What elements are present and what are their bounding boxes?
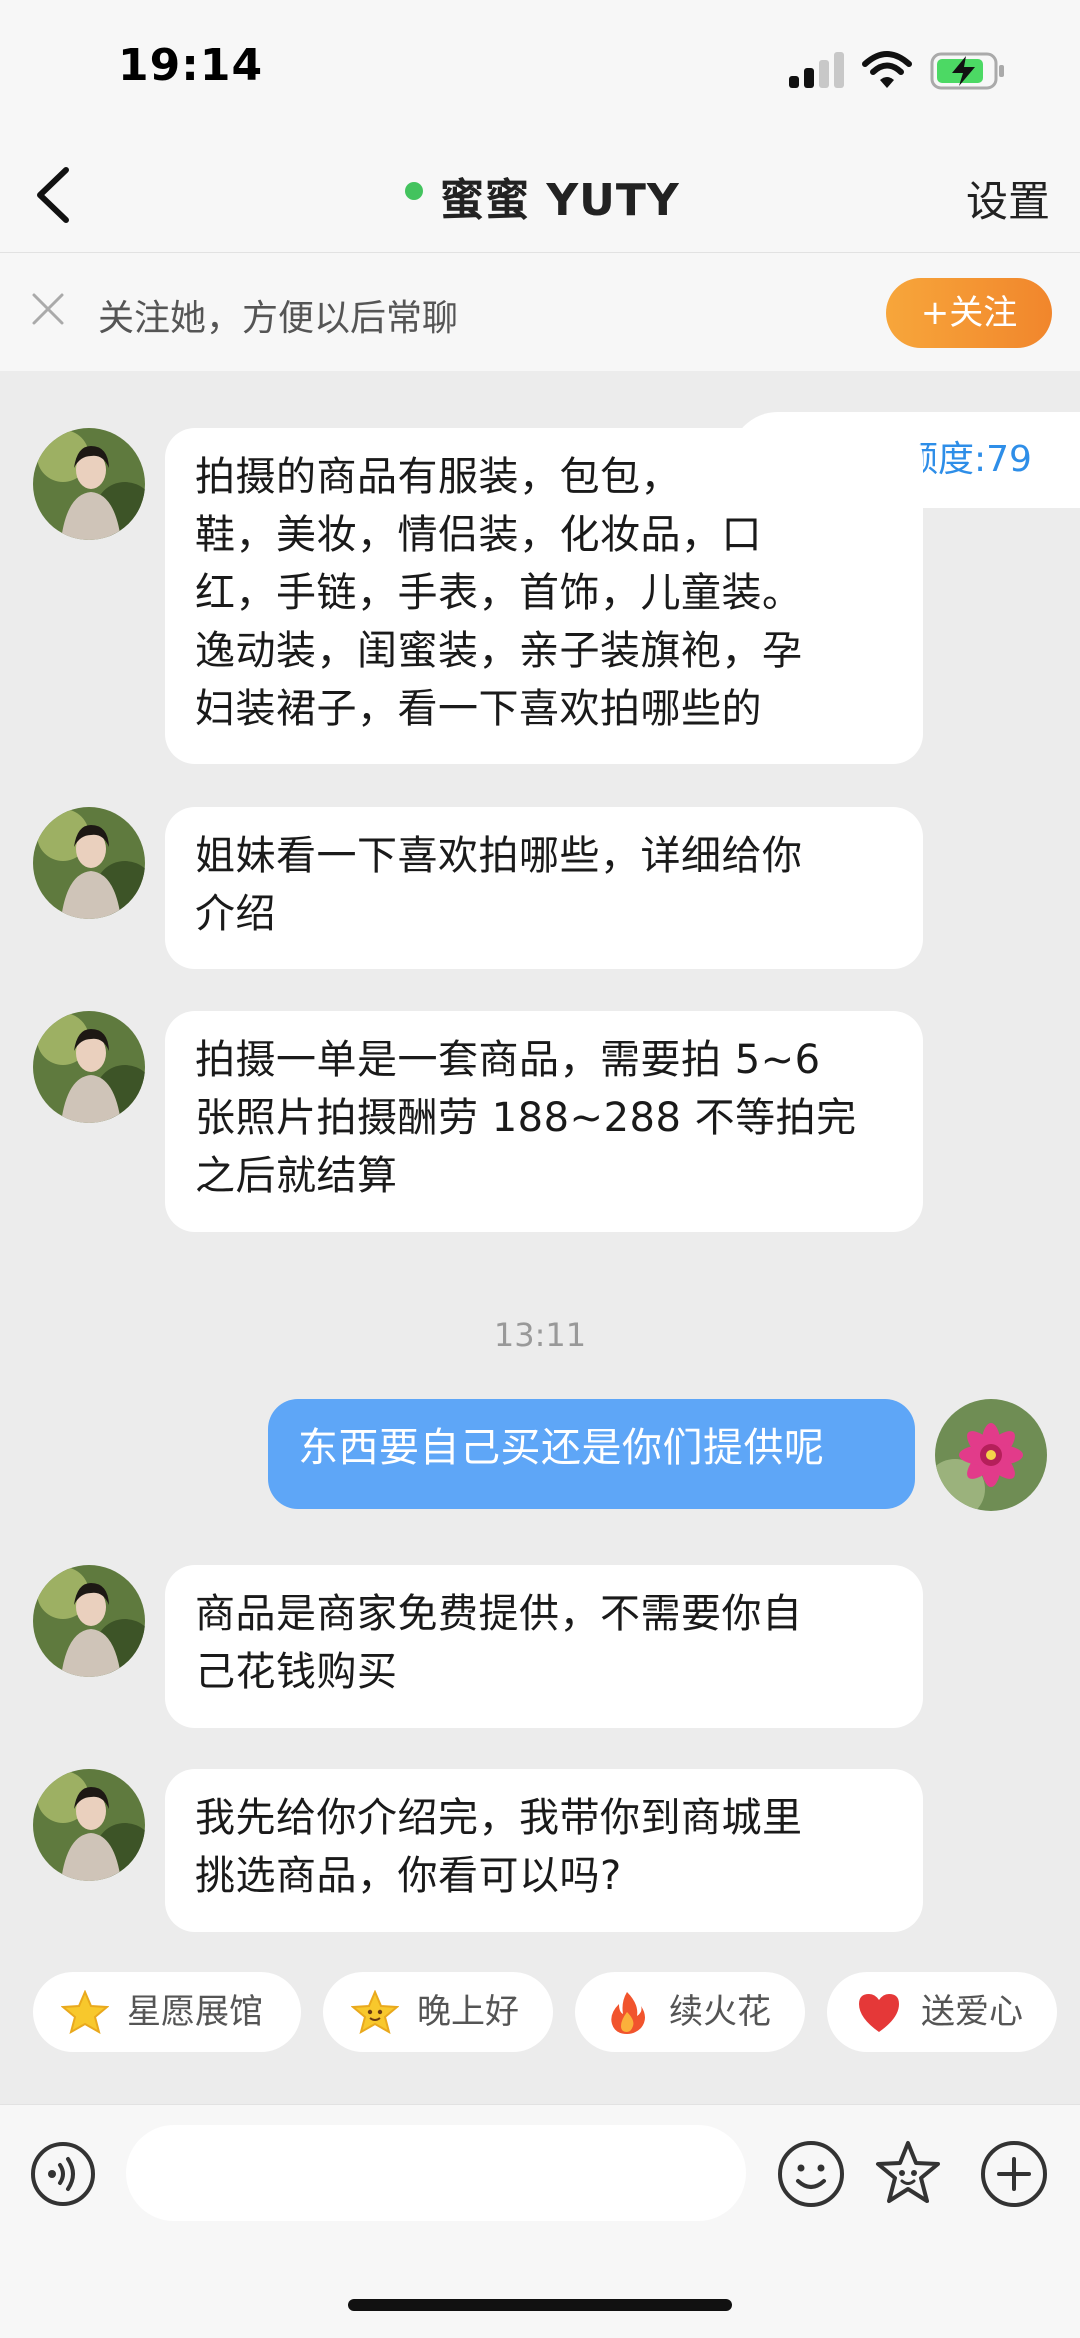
follow-prompt-text: 关注她，方便以后常聊 bbox=[98, 298, 459, 339]
contact-avatar[interactable] bbox=[33, 807, 145, 919]
message-line: 红，手链，手表，首饰，儿童装。 bbox=[195, 570, 803, 616]
message-line: 拍摄一单是一套商品，需要拍 5~6 bbox=[195, 1037, 821, 1083]
contact-avatar[interactable] bbox=[33, 1769, 145, 1881]
message-line: 商品是商家免费提供，不需要你自 bbox=[195, 1591, 803, 1637]
add-icon[interactable] bbox=[979, 2139, 1049, 2209]
message-line: 拍摄的商品有服装，包包， bbox=[195, 454, 681, 500]
my-avatar[interactable] bbox=[935, 1399, 1047, 1511]
quick-reply-label: 晚上好 bbox=[417, 1992, 519, 2032]
contact-avatar[interactable] bbox=[33, 1011, 145, 1123]
message-line: 张照片拍摄酬劳 188~288 不等拍完 bbox=[195, 1095, 857, 1141]
contact-avatar[interactable] bbox=[33, 428, 145, 540]
message-bubble-received: 商品是商家免费提供，不需要你自 己花钱购买 bbox=[165, 1565, 923, 1728]
emoji-icon[interactable] bbox=[776, 2139, 846, 2209]
message-bubble-received: 拍摄一单是一套商品，需要拍 5~6 张照片拍摄酬劳 188~288 不等拍完 之… bbox=[165, 1011, 923, 1232]
message-line: 姐妹看一下喜欢拍哪些，详细给你 bbox=[195, 833, 803, 879]
message-bubble-received: 拍摄的商品有服装，包包， 鞋，美妆，情侣装，化妆品，口 红，手链，手表，首饰，儿… bbox=[165, 428, 923, 764]
quick-reply-label: 星愿展馆 bbox=[127, 1992, 263, 2032]
battery-charging-icon bbox=[930, 52, 1004, 90]
cellular-signal-icon bbox=[789, 52, 845, 88]
star-icon bbox=[61, 1990, 109, 2034]
quick-reply-chip[interactable]: 晚上好 bbox=[323, 1972, 553, 2052]
message-line: 挑选商品，你看可以吗? bbox=[195, 1853, 622, 1899]
message-line: 我先给你介绍完，我带你到商城里 bbox=[195, 1795, 803, 1841]
contact-avatar[interactable] bbox=[33, 1565, 145, 1677]
timestamp-divider: 13:11 bbox=[493, 1316, 587, 1354]
message-line: 妇装裙子，看一下喜欢拍哪些的 bbox=[195, 686, 762, 732]
follow-banner: 关注她，方便以后常聊 +关注 bbox=[0, 253, 1080, 371]
message-bubble-received: 姐妹看一下喜欢拍哪些，详细给你 介绍 bbox=[165, 807, 923, 969]
message-line: 己花钱购买 bbox=[195, 1649, 398, 1695]
quick-reply-chip[interactable]: 续火花 bbox=[575, 1972, 805, 2052]
contact-name: 蜜蜜 YUTY bbox=[440, 175, 680, 226]
status-bar: 19:14 bbox=[0, 0, 1080, 140]
message-bubble-received: 我先给你介绍完，我带你到商城里 挑选商品，你看可以吗? bbox=[165, 1769, 923, 1932]
message-line: 东西要自己买还是你们提供呢 bbox=[298, 1425, 825, 1471]
close-icon[interactable] bbox=[28, 289, 68, 329]
smiling-star-icon bbox=[351, 1990, 399, 2034]
voice-input-icon[interactable] bbox=[30, 2141, 96, 2207]
wifi-icon bbox=[862, 51, 912, 88]
chat-header: 蜜蜜 YUTY 设置 bbox=[0, 140, 1080, 253]
fire-icon bbox=[611, 1992, 645, 2034]
quick-reply-chip[interactable]: 星愿展馆 bbox=[33, 1972, 301, 2052]
message-line: 之后就结算 bbox=[195, 1153, 398, 1199]
sticker-star-icon[interactable] bbox=[873, 2139, 943, 2209]
follow-button[interactable]: +关注 bbox=[886, 278, 1052, 348]
status-time: 19:14 bbox=[118, 40, 264, 91]
settings-button[interactable]: 设置 bbox=[966, 168, 1050, 229]
back-arrow-icon[interactable] bbox=[26, 160, 86, 230]
online-status-dot bbox=[405, 182, 423, 200]
message-input[interactable] bbox=[126, 2125, 746, 2221]
home-indicator bbox=[348, 2299, 732, 2311]
quick-reply-chip[interactable]: 送爱心 bbox=[827, 1972, 1057, 2052]
quick-reply-label: 送爱心 bbox=[921, 1992, 1023, 2032]
message-line: 鞋，美妆，情侣装，化妆品，口 bbox=[195, 512, 762, 558]
message-line: 介绍 bbox=[195, 891, 276, 937]
message-bubble-sent: 东西要自己买还是你们提供呢 bbox=[268, 1399, 915, 1509]
quick-reply-label: 续火花 bbox=[669, 1992, 771, 2032]
message-line: 逸动装，闺蜜装，亲子装旗袍，孕 bbox=[195, 628, 803, 674]
heart-icon bbox=[859, 1994, 899, 2032]
